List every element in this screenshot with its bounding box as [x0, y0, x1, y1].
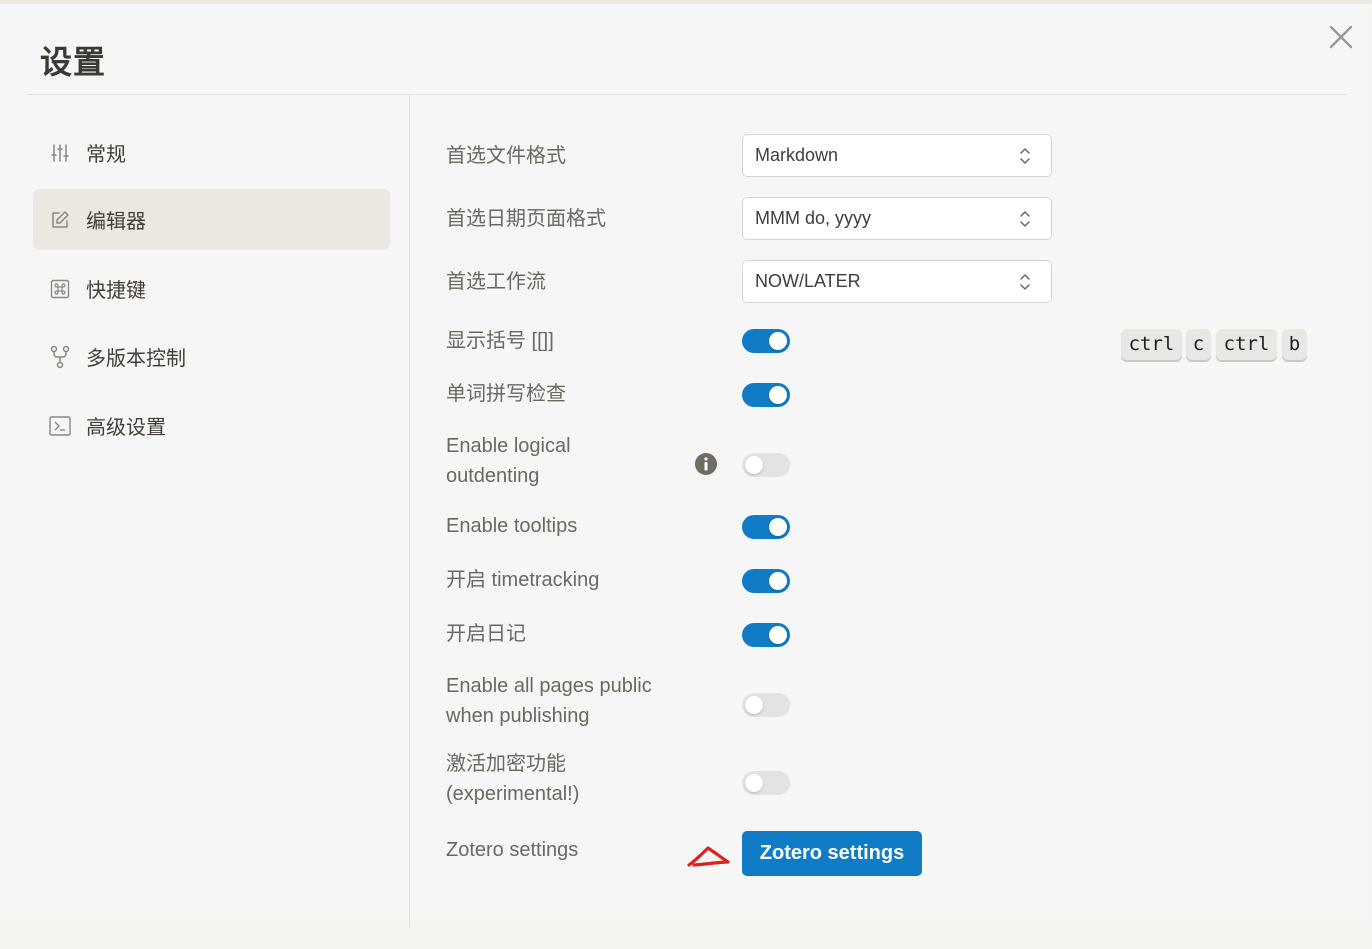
- journals-label: 开启日记: [446, 623, 526, 645]
- sidebar-item-general[interactable]: 常规: [33, 122, 390, 183]
- file-format-select[interactable]: Markdown: [742, 134, 1052, 177]
- workflow-value: NOW/LATER: [755, 271, 861, 291]
- zotero-label: Zotero settings: [446, 839, 579, 861]
- sidebar-divider: [409, 95, 410, 927]
- encryption-label: 激活加密功能 (experimental!): [446, 749, 579, 809]
- tooltips-label: Enable tooltips: [446, 515, 578, 537]
- show-brackets-toggle[interactable]: [742, 329, 790, 353]
- logical-outdenting-label-line1: Enable logical: [446, 435, 571, 457]
- chevron-updown-icon: [1020, 148, 1030, 164]
- close-icon[interactable]: [1326, 22, 1356, 52]
- workflow-select[interactable]: NOW/LATER: [742, 260, 1052, 303]
- settings-dialog: 设置 常规 编辑器 快捷键 多版本控制 高级设置 首选文件格式 Markdown…: [0, 4, 1368, 927]
- timetracking-toggle[interactable]: [742, 569, 790, 593]
- date-format-value: MMM do, yyyy: [755, 208, 872, 228]
- public-pages-label-line1: Enable all pages public: [446, 675, 652, 697]
- date-format-select[interactable]: MMM do, yyyy: [742, 197, 1052, 240]
- annotation-triangle-icon: [687, 846, 730, 867]
- spell-check-toggle[interactable]: [742, 383, 790, 407]
- shortcut-key: ctrl: [1216, 329, 1277, 360]
- logical-outdenting-label: Enable logical outdenting: [446, 431, 571, 491]
- sidebar-item-editor[interactable]: 编辑器: [33, 189, 390, 250]
- shortcut-key: b: [1282, 329, 1307, 360]
- sidebar-item-shortcuts[interactable]: 快捷键: [33, 258, 390, 319]
- dialog-title: 设置: [40, 44, 107, 80]
- sidebar-item-advanced[interactable]: 高级设置: [33, 395, 390, 456]
- sidebar-item-label: 高级设置: [86, 417, 166, 439]
- sidebar-item-label: 多版本控制: [86, 348, 186, 370]
- toggle-knob: [769, 386, 787, 404]
- toggle-knob: [769, 332, 787, 350]
- sidebar-item-version-control[interactable]: 多版本控制: [33, 326, 390, 387]
- toggle-knob: [745, 774, 763, 792]
- sidebar-item-label: 编辑器: [86, 211, 146, 233]
- command-key-icon: [49, 278, 71, 300]
- sliders-icon: [49, 142, 71, 164]
- encryption-toggle[interactable]: [742, 771, 790, 795]
- toggle-knob: [769, 626, 787, 644]
- edit-icon: [49, 209, 71, 231]
- tooltips-toggle[interactable]: [742, 515, 790, 539]
- header-divider: [26, 94, 1346, 95]
- public-pages-label: Enable all pages public when publishing: [446, 671, 652, 731]
- logical-outdenting-toggle[interactable]: [742, 453, 790, 477]
- shortcut-key: c: [1186, 329, 1211, 360]
- shortcut-key: ctrl: [1121, 329, 1182, 360]
- toggle-knob: [745, 456, 763, 474]
- chevron-updown-icon: [1020, 274, 1030, 290]
- chevron-updown-icon: [1020, 211, 1030, 227]
- toggle-knob: [769, 572, 787, 590]
- timetracking-label: 开启 timetracking: [446, 569, 600, 591]
- public-pages-label-line2: when publishing: [446, 705, 590, 727]
- git-branch-icon: [49, 345, 71, 368]
- sidebar-item-label: 常规: [86, 144, 126, 166]
- workflow-label: 首选工作流: [446, 271, 546, 293]
- toggle-knob: [745, 696, 763, 714]
- file-format-label: 首选文件格式: [446, 145, 566, 167]
- terminal-icon: [49, 415, 71, 437]
- toggle-knob: [769, 518, 787, 536]
- encryption-label-line2: (experimental!): [446, 783, 580, 805]
- date-format-label: 首选日期页面格式: [446, 208, 606, 230]
- spell-check-label: 单词拼写检查: [446, 383, 566, 405]
- sidebar-item-label: 快捷键: [86, 280, 146, 302]
- info-icon[interactable]: [695, 453, 717, 475]
- file-format-value: Markdown: [755, 145, 839, 165]
- show-brackets-label: 显示括号 [[]]: [446, 330, 554, 352]
- journals-toggle[interactable]: [742, 623, 790, 647]
- public-pages-toggle[interactable]: [742, 693, 790, 717]
- encryption-label-line1: 激活加密功能: [446, 753, 566, 775]
- zotero-settings-button[interactable]: Zotero settings: [742, 831, 922, 876]
- logical-outdenting-label-line2: outdenting: [446, 465, 540, 487]
